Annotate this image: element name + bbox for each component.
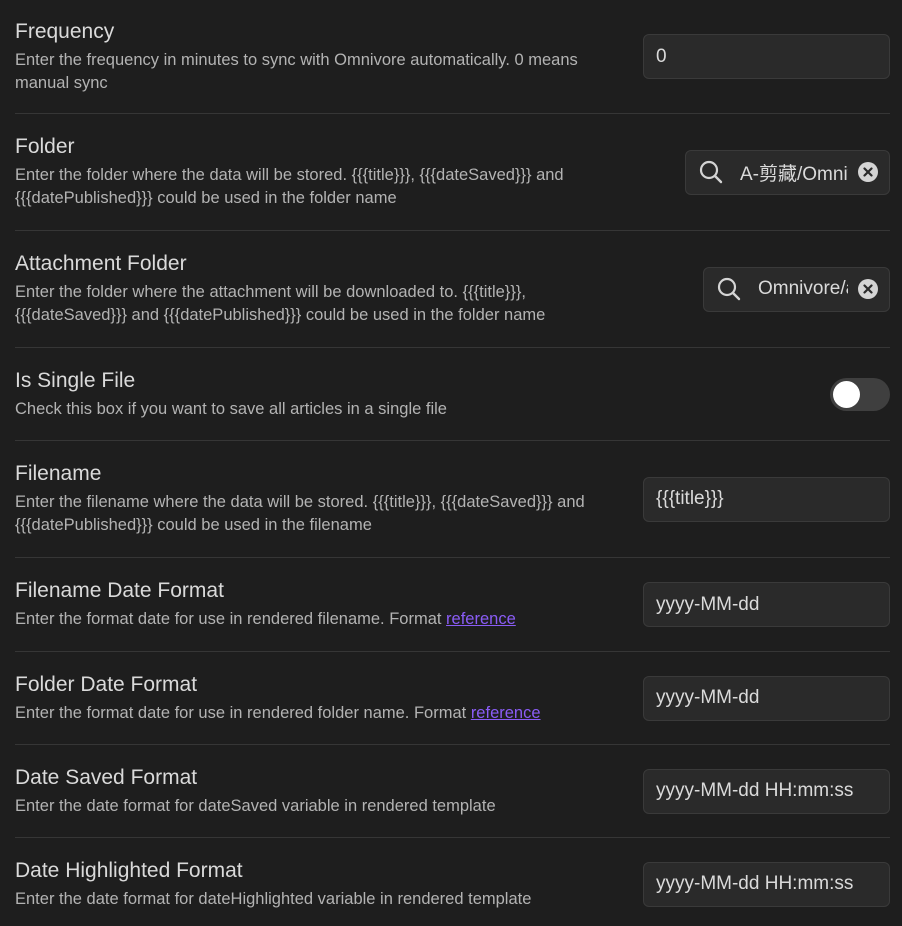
setting-info: Attachment Folder Enter the folder where… [15,251,595,327]
date-highlighted-format-input[interactable] [643,861,890,907]
search-icon [698,159,724,185]
clear-icon[interactable] [858,279,878,299]
setting-description: Enter the folder where the data will be … [15,166,564,207]
filename-input[interactable] [643,476,890,522]
attachment-folder-search-box[interactable] [703,266,890,312]
omnivore-settings-panel: Frequency Enter the frequency in minutes… [0,0,902,926]
setting-info: Frequency Enter the frequency in minutes… [15,19,585,95]
setting-folder: Folder Enter the folder where the data w… [15,114,890,231]
setting-control [685,149,890,195]
setting-description: Check this box if you want to save all a… [15,399,447,418]
setting-name: Date Highlighted Format [15,858,243,882]
setting-name: Filename [15,462,102,485]
setting-control [643,675,890,721]
setting-name: Folder [15,135,75,158]
setting-name: Is Single File [15,368,136,392]
clear-icon[interactable] [858,162,878,182]
date-saved-format-input[interactable] [643,768,890,814]
reference-link[interactable]: reference [471,704,541,722]
folder-input[interactable] [740,161,848,183]
setting-control [643,34,890,79]
setting-description: Enter the format date for use in rendere… [15,702,541,725]
setting-date-saved-format: Date Saved Format Enter the date format … [15,745,890,838]
setting-folder-date-format: Folder Date Format Enter the format date… [15,652,890,745]
setting-info: Date Saved Format Enter the date format … [15,765,496,818]
setting-name: Filename Date Format [15,579,224,602]
folder-search-box[interactable] [685,149,890,195]
setting-info: Folder Enter the folder where the data w… [15,134,615,210]
setting-description: Enter the frequency in minutes to sync w… [15,50,578,92]
setting-info: Filename Enter the filename where the da… [15,461,600,537]
description-text: Enter the format date for use in rendere… [15,703,471,722]
setting-name: Frequency [15,19,115,43]
setting-control [643,582,890,627]
setting-control [830,377,890,411]
filename-date-format-input[interactable] [643,582,890,627]
setting-info: Is Single File Check this box if you wan… [15,368,447,421]
setting-name: Attachment Folder [15,252,187,275]
setting-control [643,861,890,907]
setting-info: Date Highlighted Format Enter the date f… [15,858,531,911]
description-text: Enter the format date for use in rendere… [15,610,447,628]
setting-filename-date-format: Filename Date Format Enter the format da… [15,558,890,652]
folder-date-format-input[interactable] [643,675,890,721]
toggle-knob [833,380,860,408]
setting-info: Filename Date Format Enter the format da… [15,578,516,631]
reference-link[interactable]: reference [446,610,516,628]
search-icon [716,276,742,302]
setting-frequency: Frequency Enter the frequency in minutes… [15,0,890,114]
setting-description: Enter the date format for dateHighlighte… [15,889,532,908]
setting-attachment-folder: Attachment Folder Enter the folder where… [15,231,890,348]
attachment-folder-input[interactable] [758,278,848,300]
setting-control [643,768,890,814]
setting-name: Folder Date Format [15,672,198,696]
setting-description: Enter the format date for use in rendere… [15,608,516,631]
setting-name: Date Saved Format [15,765,198,789]
setting-description: Enter the filename where the data will b… [15,493,585,534]
setting-description: Enter the date format for dateSaved vari… [15,796,496,815]
setting-info: Folder Date Format Enter the format date… [15,672,541,725]
setting-is-single-file: Is Single File Check this box if you wan… [15,348,890,441]
setting-filename: Filename Enter the filename where the da… [15,441,890,558]
setting-date-highlighted-format: Date Highlighted Format Enter the date f… [15,838,890,926]
setting-control [703,266,890,312]
single-file-toggle[interactable] [830,377,890,411]
setting-description: Enter the folder where the attachment wi… [15,283,546,324]
setting-control [643,476,890,522]
frequency-input[interactable] [643,34,890,79]
